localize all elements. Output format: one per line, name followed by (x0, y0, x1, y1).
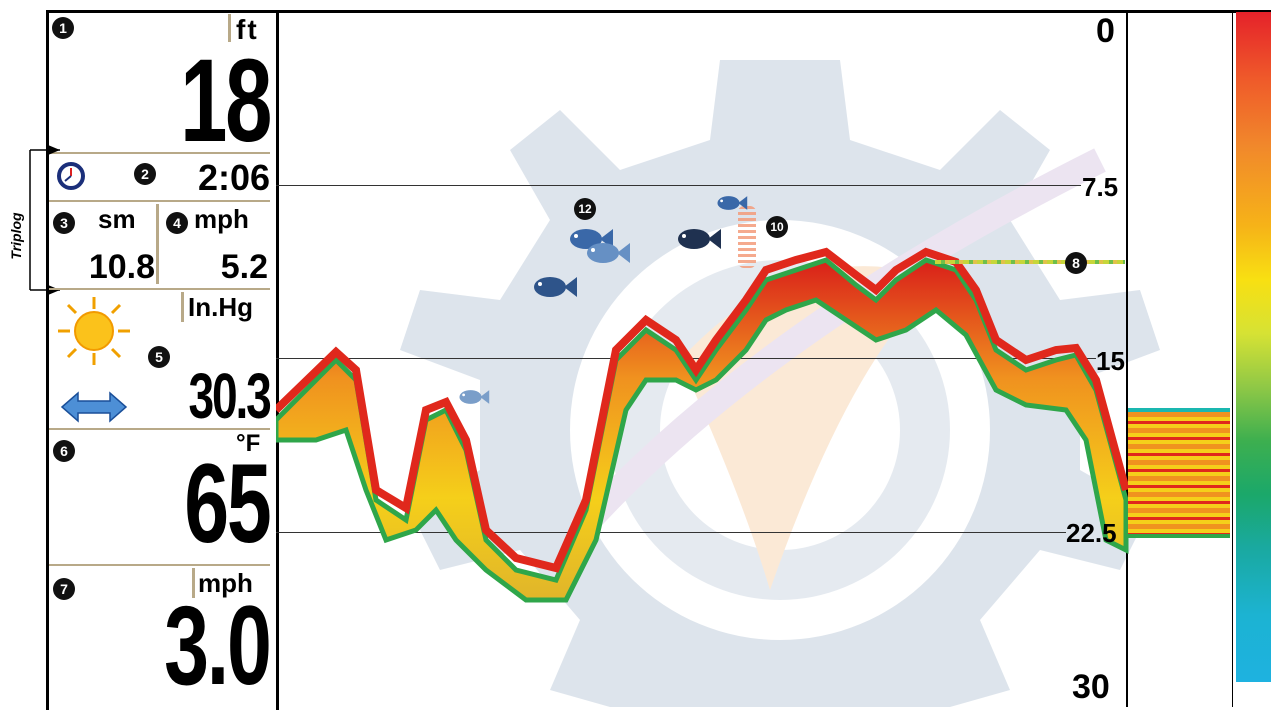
depth-value: 18 (179, 35, 272, 167)
real-time-sonar-column (1128, 408, 1230, 538)
depth-label-30: 30 (1072, 668, 1110, 706)
triplog-speed-unit: mph (194, 204, 249, 234)
sonar-frame-top (273, 10, 1271, 13)
temperature-value: 65 (184, 441, 273, 566)
depth-label-7-5: 7.5 (1082, 172, 1119, 202)
speed-value: 3.0 (164, 583, 272, 708)
double-arrow-icon (60, 391, 128, 423)
depth-label-15: 15 (1096, 346, 1125, 376)
callout-2: 2 (134, 163, 156, 185)
colorbar-divider (1232, 12, 1233, 707)
callout-6: 6 (53, 440, 75, 462)
callout-1: 1 (52, 17, 74, 39)
fish-icon (587, 243, 630, 263)
barometer-value: 30.3 (188, 360, 272, 432)
fish-icon (678, 229, 721, 249)
fish-arch-return (738, 206, 756, 268)
surface-clutter-line (935, 260, 1125, 264)
fish-icon (459, 390, 490, 404)
fish-icon (717, 196, 748, 210)
callout-10: 10 (766, 216, 788, 238)
barometer-unit: In.Hg (188, 292, 253, 322)
sensitivity-color-bar (1236, 12, 1271, 682)
depth-label-0: 0 (1096, 12, 1115, 50)
timer-value: 2:06 (197, 157, 270, 198)
distance-value: 10.8 (88, 248, 155, 286)
clock-icon (57, 162, 85, 190)
sun-icon (58, 297, 130, 365)
callout-3: 3 (53, 212, 75, 234)
callout-12: 12 (574, 198, 596, 220)
fish-icon (534, 277, 577, 297)
depth-gridline-7-5 (276, 185, 1081, 186)
callout-8: 8 (1065, 252, 1087, 274)
triplog-label: Triplog (8, 212, 24, 260)
distance-unit: sm (98, 204, 136, 234)
callout-4: 4 (166, 212, 188, 234)
triplog-speed-value: 5.2 (220, 248, 268, 286)
sonar-bottom-return (276, 247, 1130, 603)
callout-7: 7 (53, 578, 75, 600)
callout-5: 5 (148, 346, 170, 368)
depth-label-22-5: 22.5 (1066, 518, 1117, 548)
